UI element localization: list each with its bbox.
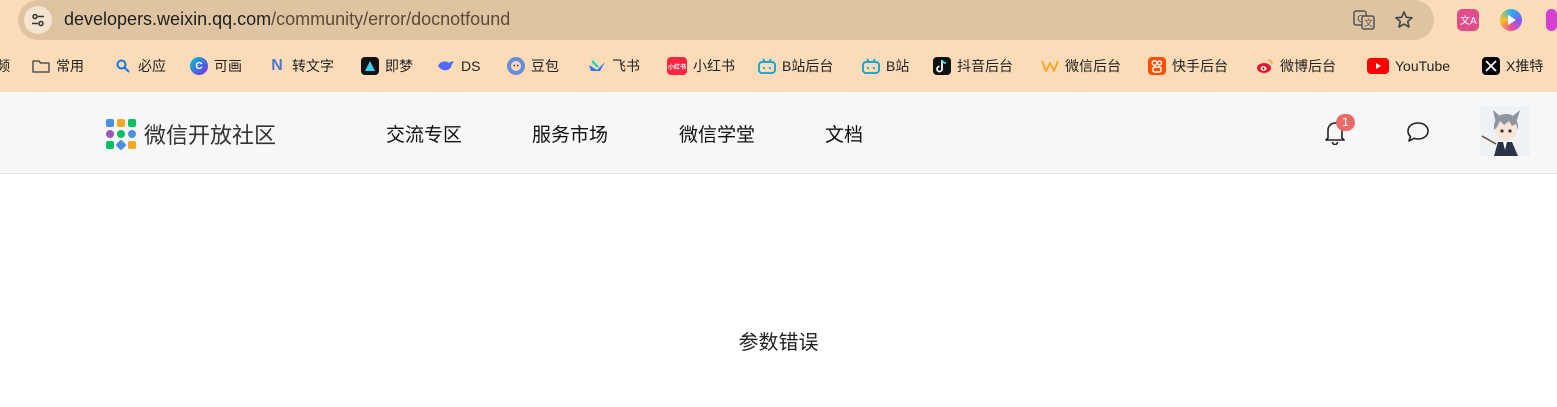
n-icon: N	[271, 57, 283, 74]
svg-text:文A: 文A	[1460, 14, 1477, 27]
svg-text:文: 文	[1364, 17, 1373, 29]
wechat-w-icon	[1041, 57, 1059, 75]
kuaishou-icon	[1148, 57, 1166, 75]
bookmark-item[interactable]: 豆包	[507, 54, 559, 78]
browser-chrome: developers.weixin.qq.com/community/error…	[0, 0, 1557, 92]
bookmark-item[interactable]: 微信后台	[1041, 54, 1121, 78]
bing-search-icon	[114, 57, 132, 75]
bookmark-item[interactable]: 必应	[114, 54, 166, 78]
extension-partial-icon[interactable]	[1546, 9, 1557, 31]
bookmark-item[interactable]: B站后台	[758, 54, 833, 78]
bookmark-item[interactable]: 微博后台	[1256, 54, 1336, 78]
bookmark-item[interactable]: N 转文字	[268, 54, 334, 78]
bookmarks-bar: 频 常用 必应 C 可画 N 转文字 即梦 DS 豆包 飞书 小红书 小红书 B…	[0, 50, 1557, 82]
site-logo[interactable]: 微信开放社区	[106, 118, 277, 151]
feishu-icon	[588, 57, 606, 75]
canva-icon: C	[190, 57, 208, 75]
bookmark-item[interactable]: DS	[437, 54, 480, 78]
bookmark-item[interactable]: 即梦	[361, 54, 413, 78]
folder-icon	[32, 57, 50, 75]
bookmark-item[interactable]: YouTube	[1367, 54, 1450, 78]
error-message: 参数错误	[738, 330, 819, 354]
nav-item-community[interactable]: 交流专区	[386, 120, 462, 147]
extension-player-icon[interactable]	[1500, 9, 1522, 31]
bilibili-icon	[862, 57, 880, 75]
address-row: developers.weixin.qq.com/community/error…	[0, 0, 1557, 42]
translate-icon[interactable]: G 文	[1352, 8, 1376, 32]
logo-text: 微信开放社区	[144, 124, 277, 149]
bookmark-item[interactable]: 常用	[32, 54, 84, 78]
nav-item-wechat-academy[interactable]: 微信学堂	[679, 120, 755, 147]
message-chat-icon[interactable]	[1404, 118, 1432, 146]
doubao-icon	[507, 57, 525, 75]
deepseek-icon	[437, 57, 455, 75]
nav-item-service-market[interactable]: 服务市场	[532, 120, 608, 147]
x-icon	[1482, 57, 1500, 75]
url-path: /community/error/docnotfound	[271, 9, 511, 29]
address-bar[interactable]: developers.weixin.qq.com/community/error…	[18, 0, 1434, 40]
bookmark-item[interactable]: 小红书 小红书	[667, 54, 735, 78]
youtube-icon	[1367, 58, 1389, 74]
notification-badge: 1	[1336, 114, 1355, 131]
bookmark-item[interactable]: X推特	[1482, 54, 1543, 78]
extension-translate-icon[interactable]: 文A	[1457, 9, 1479, 31]
url-host: developers.weixin.qq.com	[64, 9, 272, 29]
user-avatar[interactable]	[1480, 106, 1530, 156]
douyin-icon	[933, 57, 951, 75]
bilibili-icon	[758, 57, 776, 75]
site-header: 微信开放社区 交流专区 服务市场 微信学堂 文档	[0, 92, 1557, 174]
bookmark-star-icon[interactable]	[1392, 8, 1416, 32]
bookmark-item[interactable]: 快手后台	[1148, 54, 1228, 78]
xiaohongshu-icon: 小红书	[667, 57, 687, 75]
bookmark-item[interactable]: B站	[862, 54, 909, 78]
jimeng-icon	[361, 57, 379, 75]
site-info-icon[interactable]	[24, 6, 52, 34]
wechat-open-community-logo-icon	[106, 119, 136, 151]
bookmark-item[interactable]: C 可画	[190, 54, 242, 78]
bookmark-fragment[interactable]: 频	[0, 54, 10, 78]
nav-item-docs[interactable]: 文档	[825, 120, 863, 147]
url-text[interactable]: developers.weixin.qq.com/community/error…	[64, 9, 510, 30]
bookmark-item[interactable]: 飞书	[588, 54, 640, 78]
bookmark-item[interactable]: 抖音后台	[933, 54, 1013, 78]
weibo-icon	[1256, 57, 1274, 75]
